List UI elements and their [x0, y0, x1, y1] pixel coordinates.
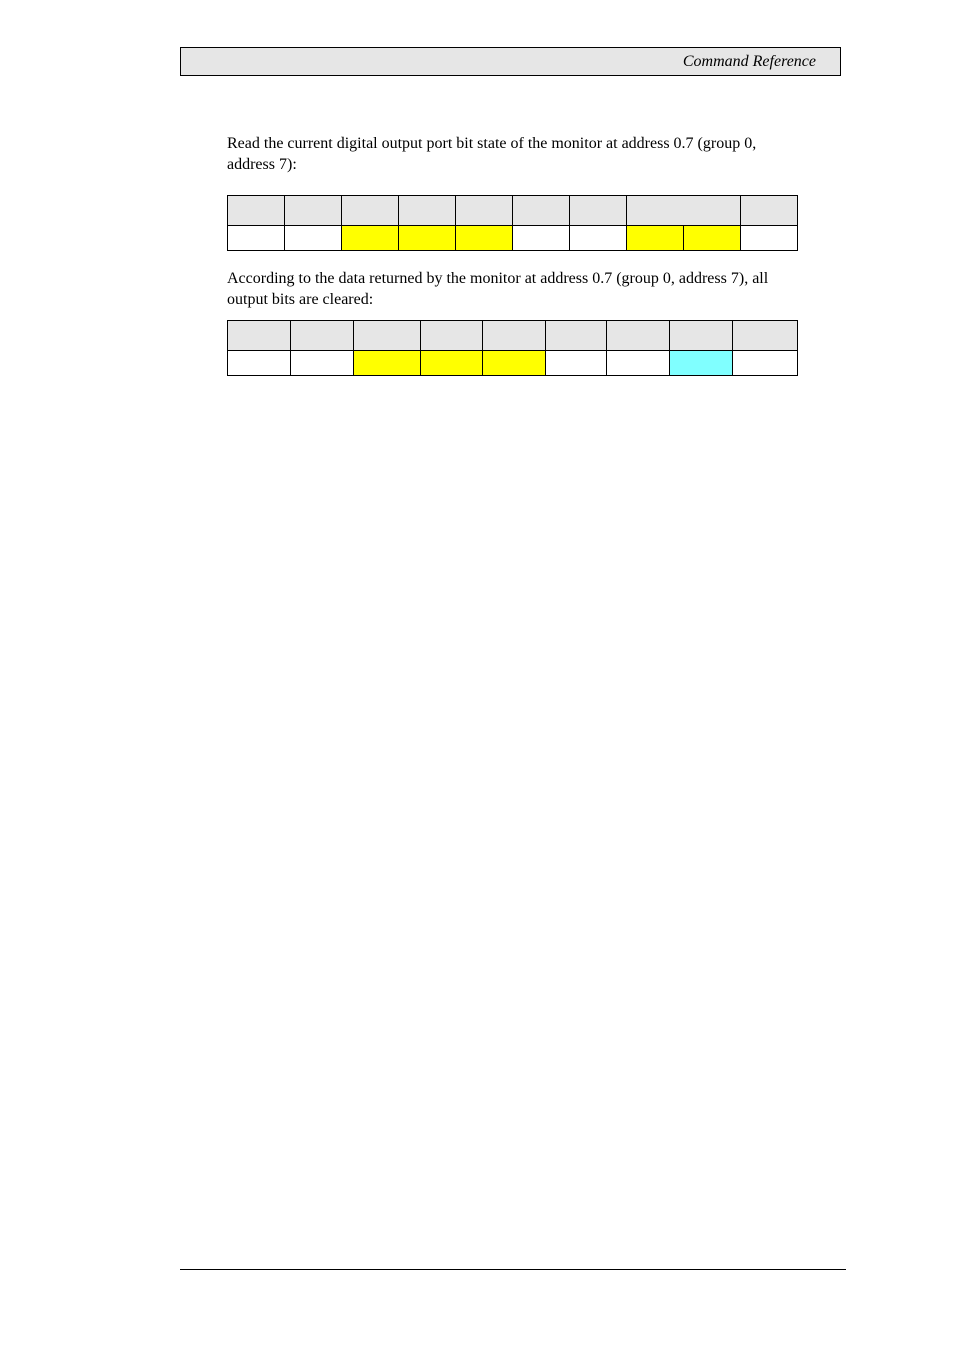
footer-divider: [180, 1269, 846, 1270]
data-cell: [353, 350, 421, 376]
page-header: Command Reference: [180, 47, 841, 76]
header-cell: [669, 320, 733, 351]
data-cell: [545, 350, 607, 376]
data-cell: [227, 350, 291, 376]
data-cell: [290, 350, 354, 376]
header-cell: [740, 195, 798, 226]
result-paragraph: According to the data returned by the mo…: [227, 270, 769, 308]
header-cell: [482, 320, 546, 351]
data-cell: [683, 225, 741, 251]
header-cell: [626, 195, 741, 226]
header-cell: [606, 320, 670, 351]
header-cell: [227, 195, 285, 226]
header-cell: [290, 320, 354, 351]
header-cell: [455, 195, 513, 226]
header-title: Command Reference: [682, 53, 816, 70]
command-frame-table: [227, 195, 798, 251]
table-header-row: [227, 320, 798, 351]
data-cell: [606, 350, 670, 376]
response-frame-table: [227, 320, 798, 376]
header-cell: [284, 195, 342, 226]
header-cell: [569, 195, 627, 226]
header-cell: [353, 320, 421, 351]
data-cell: [398, 225, 456, 251]
header-cell: [420, 320, 483, 351]
data-cell: [569, 225, 627, 251]
data-cell: [482, 350, 546, 376]
data-cell: [740, 225, 798, 251]
data-cell: [455, 225, 513, 251]
header-cell: [545, 320, 607, 351]
data-cell: [341, 225, 399, 251]
data-cell: [284, 225, 342, 251]
data-cell: [626, 225, 684, 251]
intro-paragraph: Read the current digital output port bit…: [227, 135, 757, 173]
header-cell: [512, 195, 570, 226]
header-cell: [227, 320, 291, 351]
data-cell: [732, 350, 798, 376]
header-cell: [398, 195, 456, 226]
table-header-row: [227, 195, 798, 226]
data-cell: [512, 225, 570, 251]
data-cell: [669, 350, 733, 376]
header-cell: [341, 195, 399, 226]
table-row: [227, 225, 798, 251]
table-row: [227, 350, 798, 376]
data-cell: [227, 225, 285, 251]
data-cell: [420, 350, 483, 376]
header-cell: [732, 320, 798, 351]
